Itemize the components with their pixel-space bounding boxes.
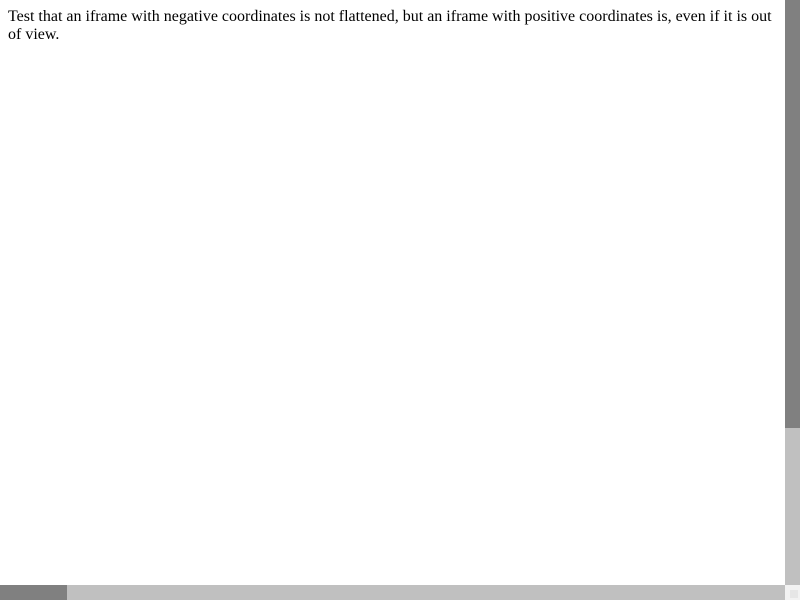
horizontal-scrollbar-thumb[interactable]	[0, 585, 67, 600]
test-description: Test that an iframe with negative coordi…	[8, 8, 772, 43]
vertical-scrollbar-thumb[interactable]	[785, 0, 800, 428]
page-viewport: Test that an iframe with negative coordi…	[0, 0, 785, 585]
scrollbar-corner	[785, 585, 800, 600]
vertical-scrollbar[interactable]	[785, 0, 800, 585]
horizontal-scrollbar[interactable]	[0, 585, 785, 600]
resize-grip-icon	[790, 590, 798, 598]
